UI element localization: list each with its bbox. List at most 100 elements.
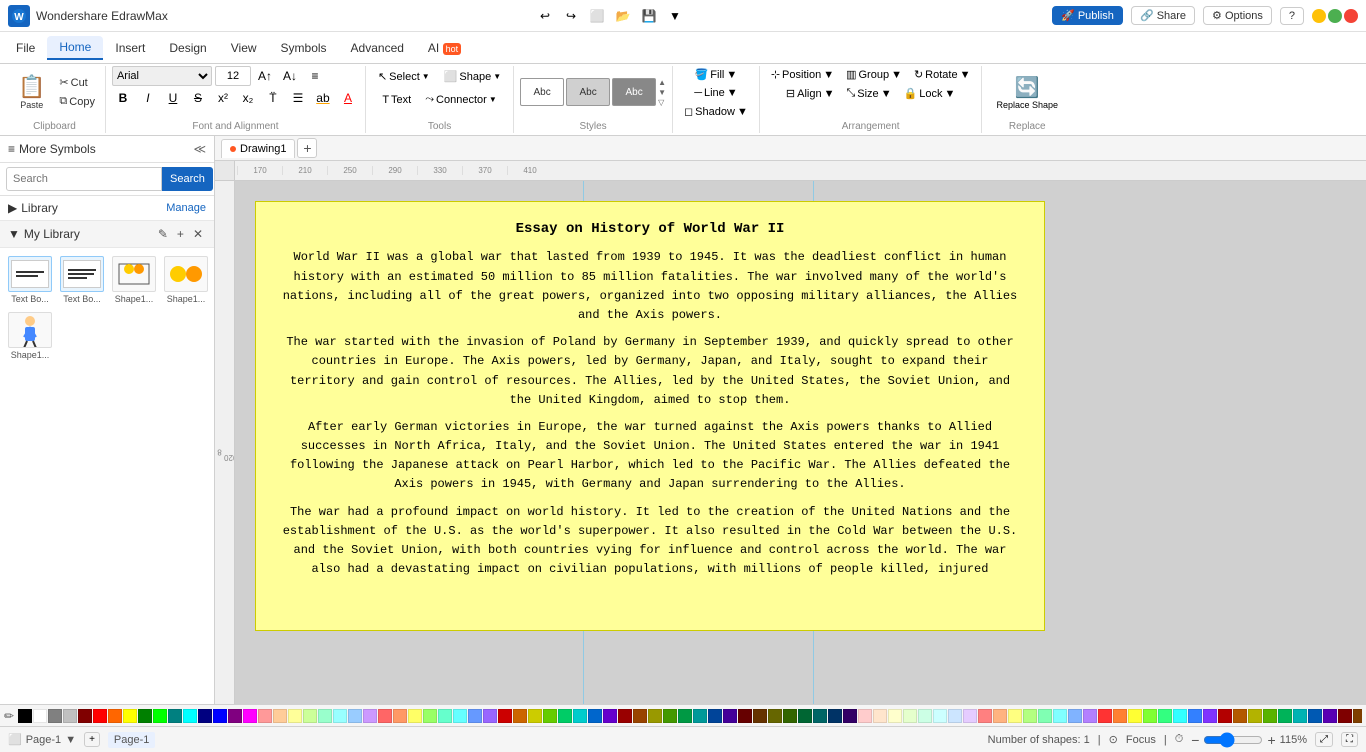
color-swatch[interactable] [648, 709, 662, 723]
color-swatch[interactable] [393, 709, 407, 723]
style-box-2[interactable]: Abc [566, 78, 610, 106]
tab-symbols[interactable]: Symbols [269, 37, 339, 59]
color-swatch[interactable] [678, 709, 692, 723]
list-item[interactable]: Text Bo... [58, 254, 106, 306]
color-swatch[interactable] [48, 709, 62, 723]
canvas-scroll[interactable]: Essay on History of World War II World W… [235, 181, 1366, 704]
tab-insert[interactable]: Insert [103, 37, 157, 59]
color-swatch[interactable] [123, 709, 137, 723]
zoom-in-btn[interactable]: + [1267, 732, 1275, 748]
decrease-font-btn[interactable]: A↓ [279, 66, 301, 86]
color-swatch[interactable] [933, 709, 947, 723]
color-swatch[interactable] [258, 709, 272, 723]
color-swatch[interactable] [543, 709, 557, 723]
color-swatch[interactable] [663, 709, 677, 723]
close-btn[interactable] [1344, 9, 1358, 23]
group-btn[interactable]: ▥ Group▼ [841, 66, 907, 83]
color-swatch[interactable] [768, 709, 782, 723]
color-swatch[interactable] [633, 709, 647, 723]
underline-btn[interactable]: U [162, 88, 184, 108]
color-swatch[interactable] [588, 709, 602, 723]
color-swatch[interactable] [213, 709, 227, 723]
color-swatch[interactable] [168, 709, 182, 723]
increase-font-btn[interactable]: A↑ [254, 66, 276, 86]
color-swatch[interactable] [573, 709, 587, 723]
color-swatch[interactable] [1278, 709, 1292, 723]
color-swatch[interactable] [828, 709, 842, 723]
lock-btn[interactable]: 🔒 Lock▼ [899, 85, 961, 102]
color-swatch[interactable] [288, 709, 302, 723]
subscript-btn[interactable]: x₂ [237, 88, 259, 108]
color-swatch[interactable] [873, 709, 887, 723]
search-input[interactable] [6, 167, 162, 191]
color-swatch[interactable] [1008, 709, 1022, 723]
font-size-input[interactable] [215, 66, 251, 86]
zoom-slider[interactable] [1203, 732, 1263, 748]
redo-btn[interactable]: ↪ [560, 6, 582, 26]
fit-btn[interactable]: ⤢ [1315, 732, 1333, 747]
add-page-btn[interactable]: + [84, 732, 100, 747]
strikethrough-btn[interactable]: S [187, 88, 209, 108]
color-swatch[interactable] [273, 709, 287, 723]
color-swatch[interactable] [1338, 709, 1352, 723]
color-swatch[interactable] [453, 709, 467, 723]
color-swatch[interactable] [318, 709, 332, 723]
italic-btn[interactable]: I [137, 88, 159, 108]
superscript-btn[interactable]: x² [212, 88, 234, 108]
color-swatch[interactable] [378, 709, 392, 723]
color-swatch[interactable] [888, 709, 902, 723]
tab-home[interactable]: Home [47, 36, 103, 60]
new-btn[interactable]: ⬜ [586, 6, 608, 26]
color-swatch[interactable] [438, 709, 452, 723]
shape-btn[interactable]: ⬜ Shape ▼ [438, 66, 507, 87]
add-tab-btn[interactable]: + [297, 138, 317, 158]
undo-btn[interactable]: ↩ [534, 6, 556, 26]
color-swatch[interactable] [528, 709, 542, 723]
save-btn[interactable]: 💾 [638, 6, 660, 26]
color-swatch[interactable] [228, 709, 242, 723]
copy-btn[interactable]: ⧉ Copy [55, 93, 99, 110]
color-swatch[interactable] [1038, 709, 1052, 723]
style-box-1[interactable]: Abc [520, 78, 564, 106]
list-item[interactable]: Shape1... [110, 254, 158, 306]
color-swatch[interactable] [1128, 709, 1142, 723]
color-swatch[interactable] [1113, 709, 1127, 723]
align-btn[interactable]: ≡ [304, 66, 326, 86]
color-swatch[interactable] [1053, 709, 1067, 723]
fullscreen-btn[interactable]: ⛶ [1341, 732, 1358, 747]
search-btn[interactable]: Search [162, 167, 213, 191]
open-btn[interactable]: 📂 [612, 6, 634, 26]
color-swatch[interactable] [753, 709, 767, 723]
help-btn[interactable]: ? [1280, 7, 1304, 25]
color-swatch[interactable] [1218, 709, 1232, 723]
color-swatch[interactable] [513, 709, 527, 723]
color-swatch[interactable] [798, 709, 812, 723]
color-swatch[interactable] [198, 709, 212, 723]
color-swatch[interactable] [858, 709, 872, 723]
current-page-tab[interactable]: Page-1 [108, 732, 155, 748]
font-color-btn[interactable]: A [337, 88, 359, 108]
color-swatch[interactable] [1248, 709, 1262, 723]
minimize-btn[interactable] [1312, 9, 1326, 23]
color-swatch[interactable] [333, 709, 347, 723]
line-btn[interactable]: ─ Line ▼ [689, 85, 742, 101]
color-swatch[interactable] [18, 709, 32, 723]
color-swatch[interactable] [138, 709, 152, 723]
paste-btn[interactable]: 📋 Paste [10, 70, 53, 114]
color-swatch[interactable] [738, 709, 752, 723]
select-btn[interactable]: ↖ Select ▼ [372, 66, 436, 87]
color-swatch[interactable] [348, 709, 362, 723]
color-swatch[interactable] [1143, 709, 1157, 723]
replace-shape-btn[interactable]: 🔄 Replace Shape [988, 71, 1066, 114]
align-prop-btn[interactable]: ⊟ Align▼ [781, 85, 840, 102]
color-swatch[interactable] [708, 709, 722, 723]
color-swatch[interactable] [1263, 709, 1277, 723]
color-swatch[interactable] [1323, 709, 1337, 723]
bold-btn[interactable]: B [112, 88, 134, 108]
color-swatch[interactable] [693, 709, 707, 723]
size-btn[interactable]: ⤡ Size▼ [841, 85, 896, 102]
text-format-btn[interactable]: T̈ [262, 88, 284, 108]
zoom-out-btn[interactable]: − [1191, 732, 1199, 748]
color-swatch[interactable] [1083, 709, 1097, 723]
text-btn[interactable]: T Text [376, 89, 417, 110]
